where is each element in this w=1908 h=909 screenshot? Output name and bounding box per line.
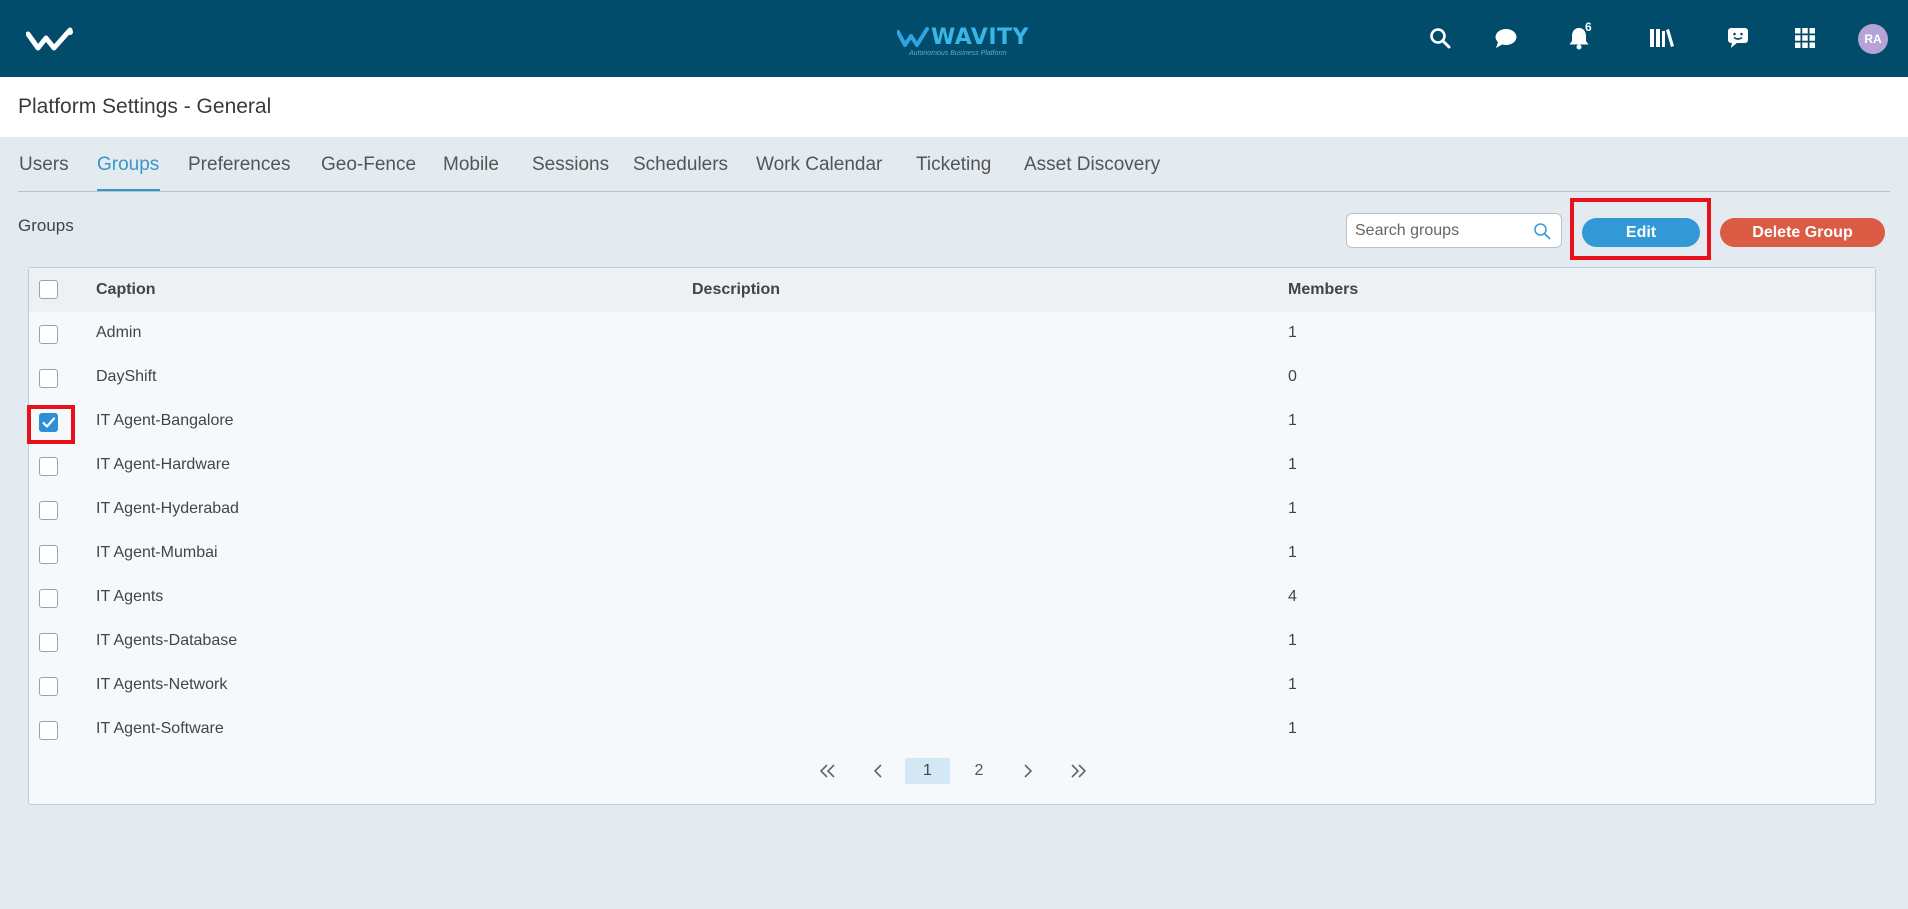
tab-sessions[interactable]: Sessions: [532, 154, 609, 176]
members-cell: 1: [1288, 456, 1297, 473]
page-title: Platform Settings - General: [18, 95, 272, 118]
row-checkbox[interactable]: [39, 721, 58, 740]
pagination: 1 2: [29, 750, 1875, 794]
members-cell: 1: [1288, 544, 1297, 561]
table-row[interactable]: IT Agents 4: [29, 576, 1875, 620]
title-bar: Platform Settings - General: [0, 77, 1908, 137]
members-cell: 1: [1288, 632, 1297, 649]
section-label: Groups: [18, 216, 74, 235]
caption-cell: DayShift: [96, 368, 157, 385]
column-header-caption: Caption: [96, 281, 156, 298]
members-cell: 1: [1288, 676, 1297, 693]
table-row[interactable]: IT Agent-Software 1: [29, 708, 1875, 752]
search-icon[interactable]: [1533, 222, 1551, 240]
members-cell: 1: [1288, 324, 1297, 341]
last-page-icon[interactable]: [1065, 758, 1091, 784]
table-row[interactable]: IT Agent-Bangalore 1: [29, 400, 1875, 444]
table-row[interactable]: IT Agent-Mumbai 1: [29, 532, 1875, 576]
members-cell: 1: [1288, 720, 1297, 737]
caption-cell: IT Agent-Hyderabad: [96, 500, 239, 517]
apps-grid-icon[interactable]: [1789, 22, 1821, 54]
tab-asset-discovery[interactable]: Asset Discovery: [1024, 154, 1160, 176]
checkbox-highlight: [27, 405, 75, 444]
members-cell: 4: [1288, 588, 1297, 605]
members-cell: 1: [1288, 500, 1297, 517]
brand-mark-icon: [897, 27, 929, 47]
page-1-button[interactable]: 1: [905, 758, 950, 784]
caption-cell: IT Agent-Hardware: [96, 456, 230, 473]
next-page-icon[interactable]: [1018, 758, 1038, 784]
tab-geo-fence[interactable]: Geo-Fence: [321, 154, 416, 176]
row-checkbox[interactable]: [39, 545, 58, 564]
tab-groups[interactable]: Groups: [97, 154, 159, 176]
tab-users[interactable]: Users: [19, 154, 69, 176]
search-icon[interactable]: [1424, 22, 1456, 54]
members-cell: 1: [1288, 412, 1297, 429]
select-all-checkbox[interactable]: [39, 280, 58, 299]
caption-cell: IT Agent-Bangalore: [96, 412, 234, 429]
row-checkbox[interactable]: [39, 501, 58, 520]
tab-schedulers[interactable]: Schedulers: [633, 154, 728, 176]
table-row[interactable]: IT Agents-Database 1: [29, 620, 1875, 664]
row-checkbox[interactable]: [39, 325, 58, 344]
table-row[interactable]: IT Agent-Hyderabad 1: [29, 488, 1875, 532]
table-row[interactable]: Admin 1: [29, 312, 1875, 356]
delete-group-button[interactable]: Delete Group: [1720, 218, 1885, 247]
brand-tagline: Autonomous Business Platform: [909, 50, 1007, 57]
tab-mobile[interactable]: Mobile: [443, 154, 499, 176]
column-header-members: Members: [1288, 281, 1359, 298]
search-box: [1346, 213, 1562, 248]
first-page-icon[interactable]: [815, 758, 841, 784]
caption-cell: IT Agents: [96, 588, 164, 605]
caption-cell: Admin: [96, 324, 142, 341]
notification-count-badge: 6: [1585, 20, 1592, 34]
caption-cell: IT Agent-Mumbai: [96, 544, 218, 561]
app-logo-icon[interactable]: [26, 26, 76, 52]
members-cell: 0: [1288, 368, 1297, 385]
edit-button[interactable]: Edit: [1582, 218, 1700, 247]
page-2-button[interactable]: 2: [966, 758, 992, 784]
caption-cell: IT Agents-Database: [96, 632, 238, 649]
row-checkbox[interactable]: [39, 677, 58, 696]
previous-page-icon[interactable]: [868, 758, 888, 784]
top-bar: WAVITY Autonomous Business Platform 6 RA: [0, 0, 1908, 77]
library-icon[interactable]: [1646, 22, 1678, 54]
tab-work-calendar[interactable]: Work Calendar: [756, 154, 882, 176]
column-header-description: Description: [692, 281, 781, 298]
chat-icon[interactable]: [1490, 22, 1522, 54]
row-checkbox[interactable]: [39, 369, 58, 388]
table-header: Caption Description Members: [29, 268, 1875, 312]
row-checkbox[interactable]: [39, 633, 58, 652]
brand-name: WAVITY: [931, 25, 1029, 50]
groups-table: Caption Description Members Admin 1 DayS…: [28, 267, 1876, 805]
table-row[interactable]: IT Agents-Network 1: [29, 664, 1875, 708]
feedback-icon[interactable]: [1722, 22, 1754, 54]
search-input[interactable]: [1355, 219, 1525, 243]
tabs-divider: [18, 191, 1890, 192]
tab-ticketing[interactable]: Ticketing: [916, 154, 991, 176]
row-checkbox[interactable]: [39, 457, 58, 476]
row-checkbox[interactable]: [39, 589, 58, 608]
settings-tabs: Users Groups Preferences Geo-Fence Mobil…: [0, 137, 1908, 193]
user-avatar[interactable]: RA: [1858, 24, 1888, 54]
tab-preferences[interactable]: Preferences: [188, 154, 290, 176]
table-row[interactable]: IT Agent-Hardware 1: [29, 444, 1875, 488]
brand-logo: WAVITY Autonomous Business Platform: [897, 22, 1028, 58]
table-row[interactable]: DayShift 0: [29, 356, 1875, 400]
caption-cell: IT Agents-Network: [96, 676, 228, 693]
caption-cell: IT Agent-Software: [96, 720, 224, 737]
